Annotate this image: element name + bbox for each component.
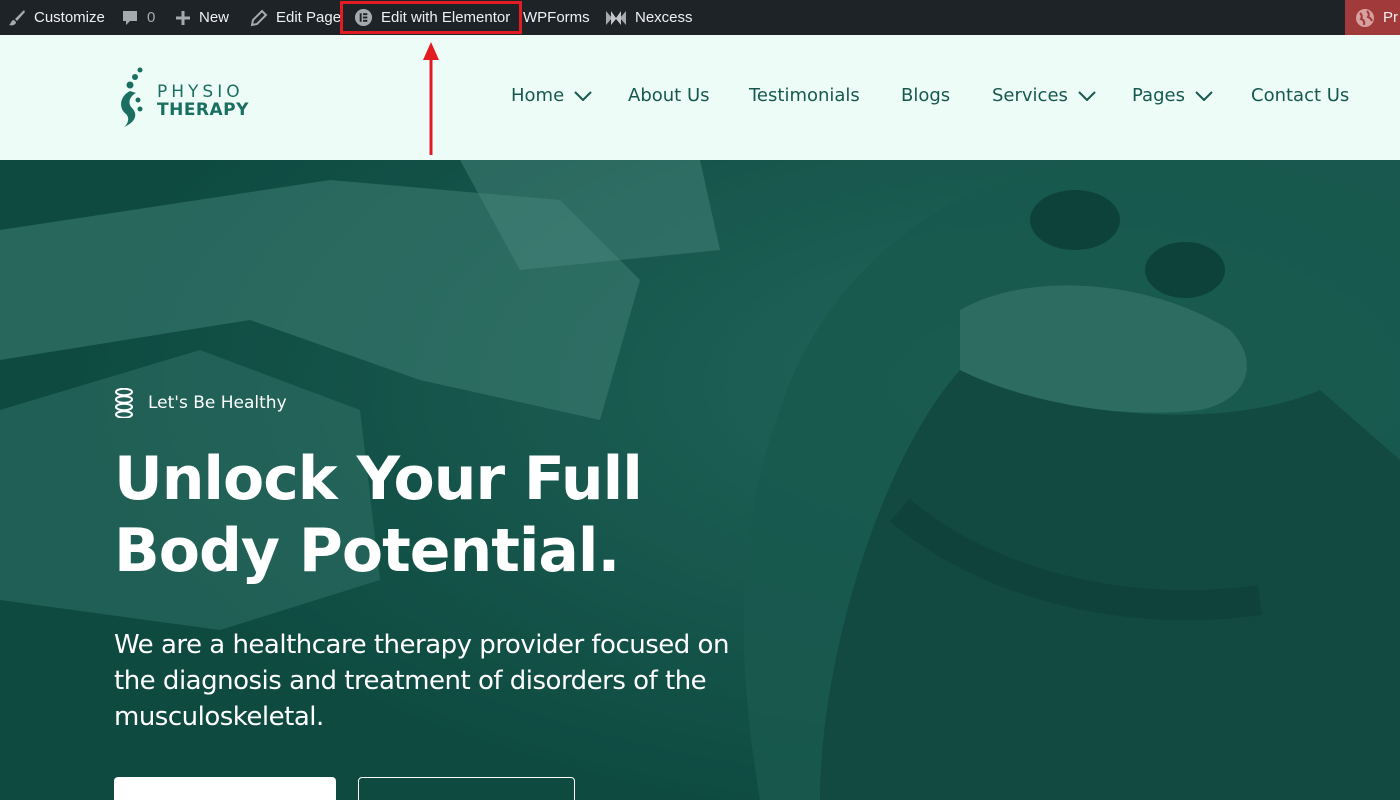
nexcess-icon <box>606 10 626 25</box>
hero-secondary-button[interactable] <box>358 777 575 800</box>
nav-item-label: Contact Us <box>1251 85 1350 106</box>
nav-item-pages[interactable]: Pages <box>1132 85 1213 106</box>
chevron-down-icon <box>574 90 592 101</box>
nav-item-label: Blogs <box>901 85 951 106</box>
nav-item-label: About Us <box>628 85 710 106</box>
hero-title: Unlock Your Full Body Potential. <box>114 444 643 586</box>
globe-icon <box>1356 8 1374 27</box>
admin-bar-right-label: Pr <box>1383 9 1398 26</box>
admin-bar-nexcess[interactable]: Nexcess <box>605 0 693 35</box>
nav-item-blogs[interactable]: Blogs <box>901 85 950 106</box>
hero-description: We are a healthcare therapy provider foc… <box>114 630 729 732</box>
site-logo[interactable]: PHYSIO THERAPY <box>116 66 256 130</box>
brush-icon <box>9 9 25 25</box>
admin-bar-edit-page[interactable]: Edit Page <box>250 0 341 35</box>
annotation-arrow <box>423 42 439 155</box>
hero-tagline: Let's Be Healthy <box>114 388 287 418</box>
admin-bar-nexcess-label: Nexcess <box>635 9 693 26</box>
nav-item-testimonials[interactable]: Testimonials <box>749 85 860 106</box>
comment-icon <box>123 10 137 25</box>
admin-bar-wpforms[interactable]: WPForms <box>523 0 590 35</box>
admin-bar-right-item[interactable]: Pr <box>1345 0 1400 35</box>
plus-icon <box>176 10 190 25</box>
admin-bar-customize[interactable]: Customize <box>8 0 105 35</box>
hero-primary-button[interactable] <box>114 777 336 800</box>
nav-item-contact-us[interactable]: Contact Us <box>1251 85 1349 106</box>
nav-item-label: Testimonials <box>749 85 860 106</box>
nav-item-home[interactable]: Home <box>511 85 592 106</box>
admin-bar-edit-page-label: Edit Page <box>276 9 342 26</box>
logo-text-top: PHYSIO <box>157 82 244 102</box>
admin-bar-comments[interactable]: 0 <box>121 0 155 35</box>
wp-admin-bar: Customize 0 New Edit Page Edit with Elem… <box>0 0 1400 35</box>
highlight-box <box>340 1 522 34</box>
hero-tagline-text: Let's Be Healthy <box>148 393 287 413</box>
admin-bar-new-label: New <box>199 9 230 26</box>
admin-bar-customize-label: Customize <box>34 9 105 26</box>
admin-bar-wpforms-label: WPForms <box>523 9 590 26</box>
chevron-down-icon <box>1195 90 1213 101</box>
nav-item-label: Pages <box>1132 85 1185 106</box>
spine-icon <box>115 388 133 418</box>
nav-item-services[interactable]: Services <box>992 85 1096 106</box>
nav-item-label: Services <box>992 85 1068 106</box>
hero-section: Let's Be Healthy Unlock Your Full Body P… <box>0 160 1400 800</box>
nav-item-label: Home <box>511 85 565 106</box>
nav-item-about-us[interactable]: About Us <box>628 85 710 106</box>
chevron-down-icon <box>1078 90 1096 101</box>
comment-count: 0 <box>147 9 156 26</box>
pencil-icon <box>250 9 268 26</box>
spine-logo-icon <box>121 67 143 127</box>
logo-text-bottom: THERAPY <box>157 100 249 120</box>
site-header: PHYSIO THERAPY Home About Us Testimonial… <box>0 35 1400 160</box>
admin-bar-new[interactable]: New <box>175 0 229 35</box>
